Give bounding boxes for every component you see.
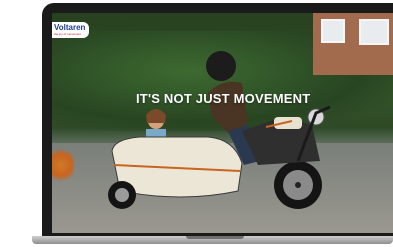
rider-helmet bbox=[206, 51, 236, 81]
laptop-notch bbox=[186, 236, 244, 239]
brand-name: Voltaren bbox=[54, 23, 86, 32]
brand-logo[interactable]: Voltaren the joy of movement bbox=[52, 22, 89, 38]
motorcycle-sidecar-scene bbox=[108, 51, 331, 209]
hero-headline: IT'S NOT JUST MOVEMENT bbox=[136, 91, 311, 106]
child-hair bbox=[146, 109, 166, 123]
fuel-tank bbox=[274, 117, 302, 129]
brand-tagline: the joy of movement bbox=[54, 32, 82, 36]
hero-video[interactable]: Voltaren the joy of movement IT'S NOT JU… bbox=[52, 13, 393, 233]
rider-jacket bbox=[208, 81, 248, 133]
